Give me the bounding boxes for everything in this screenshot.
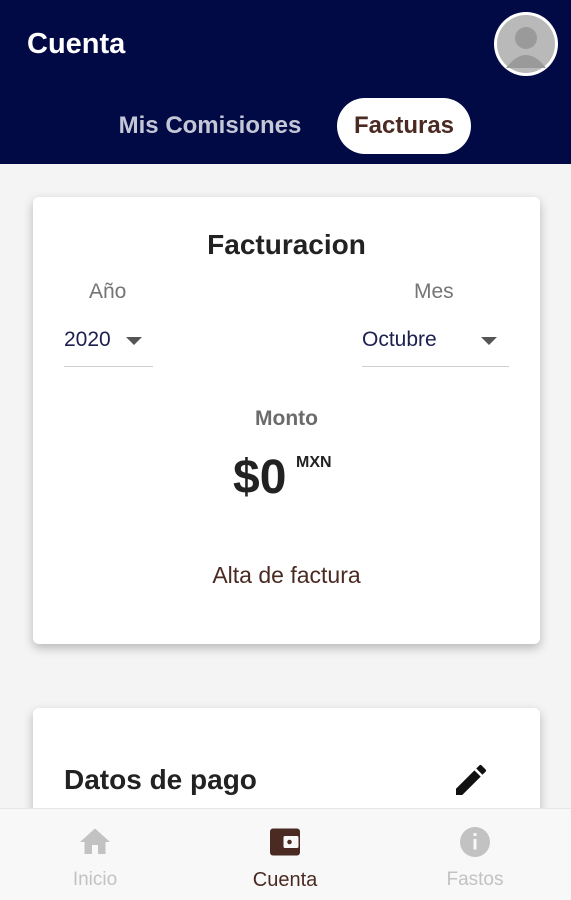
page-title: Cuenta [27, 28, 126, 60]
amount-label: Monto [255, 407, 318, 430]
nav-label-inicio: Inicio [72, 869, 118, 890]
chevron-down-icon [126, 337, 142, 345]
nav-item-fastos[interactable]: Fastos [380, 809, 570, 900]
year-select-value: 2020 [64, 328, 111, 351]
pencil-icon[interactable] [451, 760, 491, 800]
year-label: Año [89, 280, 127, 303]
billing-card: Facturacion Año 2020 Mes Octubre Monto $… [33, 197, 540, 644]
amount-value: $0 [233, 451, 287, 504]
add-invoice-button[interactable]: Alta de factura [33, 562, 540, 589]
wallet-icon [267, 824, 303, 860]
nav-item-cuenta[interactable]: Cuenta [190, 809, 380, 900]
billing-card-title: Facturacion [207, 229, 366, 260]
tab-mis-comisiones[interactable]: Mis Comisiones [105, 98, 315, 154]
year-select[interactable]: 2020 [64, 323, 153, 367]
user-avatar-icon[interactable] [494, 12, 558, 76]
nav-item-inicio[interactable]: Inicio [0, 809, 190, 900]
app-header: Cuenta Mis Comisiones Facturas [0, 0, 571, 164]
info-icon [457, 824, 493, 860]
month-select[interactable]: Octubre [362, 323, 509, 367]
nav-label-fastos: Fastos [446, 869, 504, 890]
payment-card-title: Datos de pago [64, 764, 257, 795]
bottom-navigation: Inicio Cuenta Fastos [0, 808, 571, 900]
month-label: Mes [414, 280, 454, 303]
chevron-down-icon [481, 337, 497, 345]
amount-display: $0 MXN [233, 450, 373, 510]
amount-currency: MXN [296, 454, 332, 471]
home-icon [77, 824, 113, 860]
month-select-value: Octubre [362, 328, 437, 351]
nav-label-cuenta: Cuenta [252, 869, 318, 891]
tab-facturas[interactable]: Facturas [337, 98, 471, 154]
